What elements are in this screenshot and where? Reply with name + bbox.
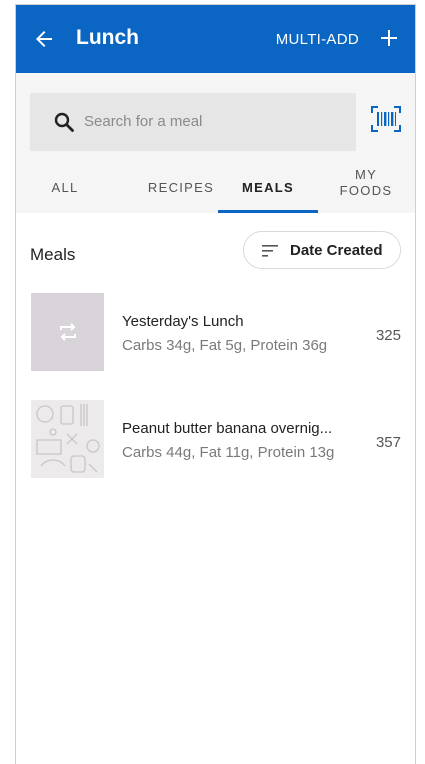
meal-calories: 325 bbox=[375, 327, 401, 344]
sort-icon bbox=[262, 245, 278, 257]
tab-meals[interactable]: MEALS bbox=[218, 159, 318, 213]
tab-label: RECIPES bbox=[147, 180, 215, 195]
search-input[interactable]: Search for a meal bbox=[30, 93, 356, 151]
meal-name: Yesterday's Lunch bbox=[122, 313, 244, 330]
top-app-bar: Lunch MULTI-ADD bbox=[16, 5, 415, 73]
back-arrow-icon[interactable] bbox=[32, 27, 56, 51]
sort-label: Date Created bbox=[290, 242, 383, 259]
meal-macros: Carbs 44g, Fat 11g, Protein 13g bbox=[122, 444, 335, 461]
tab-recipes[interactable]: RECIPES bbox=[131, 159, 231, 213]
repeat-icon bbox=[60, 323, 76, 341]
tab-my-foods[interactable]: MY FOODS bbox=[322, 159, 410, 213]
search-icon bbox=[54, 112, 74, 132]
meal-name: Peanut butter banana overnig... bbox=[122, 420, 333, 437]
meal-thumbnail bbox=[31, 400, 104, 478]
page-title: Lunch bbox=[76, 26, 139, 49]
meal-thumbnail bbox=[31, 293, 104, 371]
barcode-scan-icon[interactable] bbox=[371, 106, 401, 132]
food-pattern-image bbox=[36, 404, 100, 473]
list-item[interactable]: Yesterday's Lunch Carbs 34g, Fat 5g, Pro… bbox=[16, 293, 415, 383]
meal-macros: Carbs 34g, Fat 5g, Protein 36g bbox=[122, 337, 328, 354]
section-title: Meals bbox=[30, 245, 76, 264]
tab-all[interactable]: ALL bbox=[34, 159, 96, 213]
add-plus-icon[interactable] bbox=[377, 26, 401, 50]
search-placeholder: Search for a meal bbox=[84, 113, 203, 130]
multi-add-button[interactable]: MULTI-ADD bbox=[276, 31, 359, 48]
tab-label-line2: FOODS bbox=[339, 183, 393, 198]
sort-button[interactable]: Date Created bbox=[243, 231, 401, 269]
list-item[interactable]: Peanut butter banana overnig... Carbs 44… bbox=[16, 400, 415, 490]
app-screen: Lunch MULTI-ADD Search for a meal ALL RE… bbox=[15, 4, 416, 764]
category-tabs: ALL RECIPES MEALS MY FOODS bbox=[16, 159, 415, 213]
tab-label: MEALS bbox=[242, 180, 294, 195]
meal-calories: 357 bbox=[375, 434, 401, 451]
tab-label: ALL bbox=[51, 180, 79, 195]
search-and-tabs-area: Search for a meal ALL RECIPES MEALS MY F… bbox=[16, 73, 415, 213]
tab-label-line1: MY bbox=[354, 167, 378, 182]
